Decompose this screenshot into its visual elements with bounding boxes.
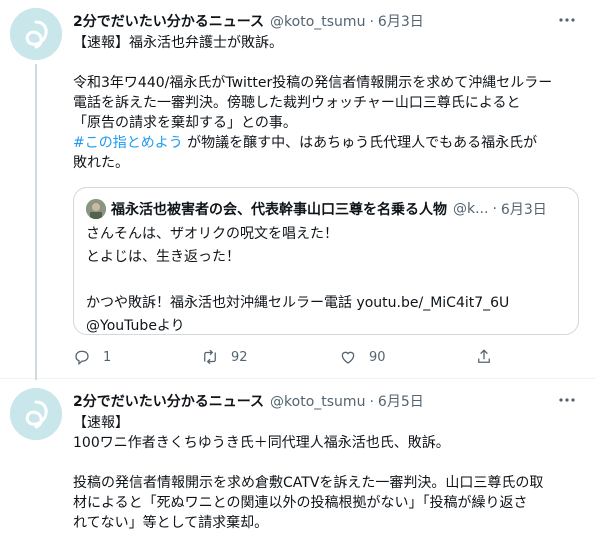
- avatar[interactable]: [10, 388, 62, 440]
- tweet-line: 【速報】福永活也弁護士が敗訴。: [73, 35, 283, 51]
- heart-icon: [341, 351, 355, 364]
- tweet-line: 100ワニ作者きくちゆうき氏＋同代理人福永活也氏、敗訴。: [73, 435, 450, 451]
- author-name[interactable]: 2分でだいたい分かるニュース: [73, 391, 264, 411]
- quoted-author-handle: @k...: [453, 201, 489, 217]
- avatar-logo-icon: [10, 388, 62, 440]
- thread-connector-line: [35, 64, 37, 380]
- quoted-line: とよじは、生き返った！: [86, 249, 240, 265]
- tweet-date[interactable]: 6月3日: [378, 11, 424, 31]
- retweet-button[interactable]: 92: [201, 348, 339, 366]
- reply-count: 1: [103, 349, 112, 365]
- tweet-line-with-hashtag: #この指とめよう が物議を醸す中、はあちゅう氏代理人でもある福永氏が: [73, 133, 585, 153]
- quoted-line: かつや敗訴！福永活也対沖縄セルラー電話 youtu.be/_MiC4it7_6U: [86, 295, 510, 311]
- tweet-line: 「原告の請求を棄却する」との事。: [73, 115, 297, 131]
- tweet-line: 【速報】: [73, 415, 129, 431]
- tweet-header: 2分でだいたい分かるニュース @koto_tsumu · 6月5日: [73, 391, 424, 411]
- tweet-line: 電話を訴えた一審判決。傍聴した裁判ウォッチャー山口三尊氏によると: [73, 95, 521, 111]
- avatar[interactable]: [10, 8, 62, 60]
- tweet-line: れてない」等として請求棄却。: [73, 515, 269, 531]
- tweet-header: 2分でだいたい分かるニュース @koto_tsumu · 6月3日: [73, 11, 424, 31]
- retweet-icon: [204, 349, 216, 365]
- author-handle[interactable]: @koto_tsumu: [270, 14, 365, 30]
- more-icon[interactable]: [557, 12, 577, 28]
- author-handle[interactable]: @koto_tsumu: [270, 394, 365, 410]
- separator: ·: [369, 14, 374, 30]
- tweet-line-rest: が物議を醸す中、はあちゅう氏代理人でもある福永氏が: [182, 135, 538, 151]
- separator: ·: [492, 201, 497, 217]
- retweet-count: 92: [231, 349, 248, 365]
- quoted-avatar[interactable]: [86, 199, 106, 219]
- quoted-tweet-date: 6月3日: [500, 202, 547, 218]
- tweet-text: 【速報】 100ワニ作者きくちゆうき氏＋同代理人福永活也氏、敗訴。 投稿の発信者…: [73, 413, 585, 533]
- quoted-avatar-photo-icon: [86, 199, 106, 219]
- more-icon[interactable]: [557, 392, 577, 408]
- tweet-line: 材によると「死ぬワニとの関連以外の投稿根拠がない」「投稿が繰り返さ: [73, 495, 528, 511]
- quoted-line: @YouTubeより: [86, 318, 185, 334]
- tweet-date[interactable]: 6月5日: [378, 391, 424, 411]
- quoted-line: さんそんは、ザオリクの呪文を唱えた！: [86, 226, 338, 242]
- like-button[interactable]: 90: [339, 348, 475, 366]
- like-count: 90: [369, 349, 386, 365]
- share-icon: [478, 349, 490, 363]
- quoted-tweet-header: 福永活也被害者の会、代表幹事山口三尊を名乗る人物 @k... · 6月3日: [86, 199, 547, 219]
- separator: ·: [369, 394, 374, 410]
- author-name[interactable]: 2分でだいたい分かるニュース: [73, 11, 264, 31]
- avatar-logo-icon: [10, 8, 62, 60]
- hashtag-link[interactable]: #この指とめよう: [73, 135, 183, 151]
- tweet-line: 敗れた。: [73, 155, 129, 171]
- tweet-actions: 1 92 90: [73, 345, 493, 369]
- tweet[interactable]: 2分でだいたい分かるニュース @koto_tsumu · 6月5日 【速報】 1…: [0, 380, 595, 549]
- quoted-tweet[interactable]: 福永活也被害者の会、代表幹事山口三尊を名乗る人物 @k... · 6月3日 さん…: [73, 187, 579, 335]
- reply-icon: [75, 350, 89, 366]
- tweet[interactable]: 2分でだいたい分かるニュース @koto_tsumu · 6月3日 【速報】福永…: [0, 0, 595, 380]
- tweet-line: 令和3年ワ440/福永氏がTwitter投稿の発信者情報開示を求めて沖縄セルラー: [73, 75, 553, 91]
- tweet-line: 投稿の発信者情報開示を求め倉敷CATVを訴えた一審判決。山口三尊氏の取: [73, 475, 544, 491]
- tweet-text: 【速報】福永活也弁護士が敗訴。 令和3年ワ440/福永氏がTwitter投稿の発…: [73, 33, 585, 173]
- quoted-author-name: 福永活也被害者の会、代表幹事山口三尊を名乗る人物: [111, 202, 447, 218]
- reply-button[interactable]: 1: [73, 348, 201, 366]
- quoted-tweet-text: さんそんは、ザオリクの呪文を唱えた！ とよじは、生き返った！ かつや敗訴！福永活…: [86, 223, 566, 338]
- share-button[interactable]: [475, 348, 493, 366]
